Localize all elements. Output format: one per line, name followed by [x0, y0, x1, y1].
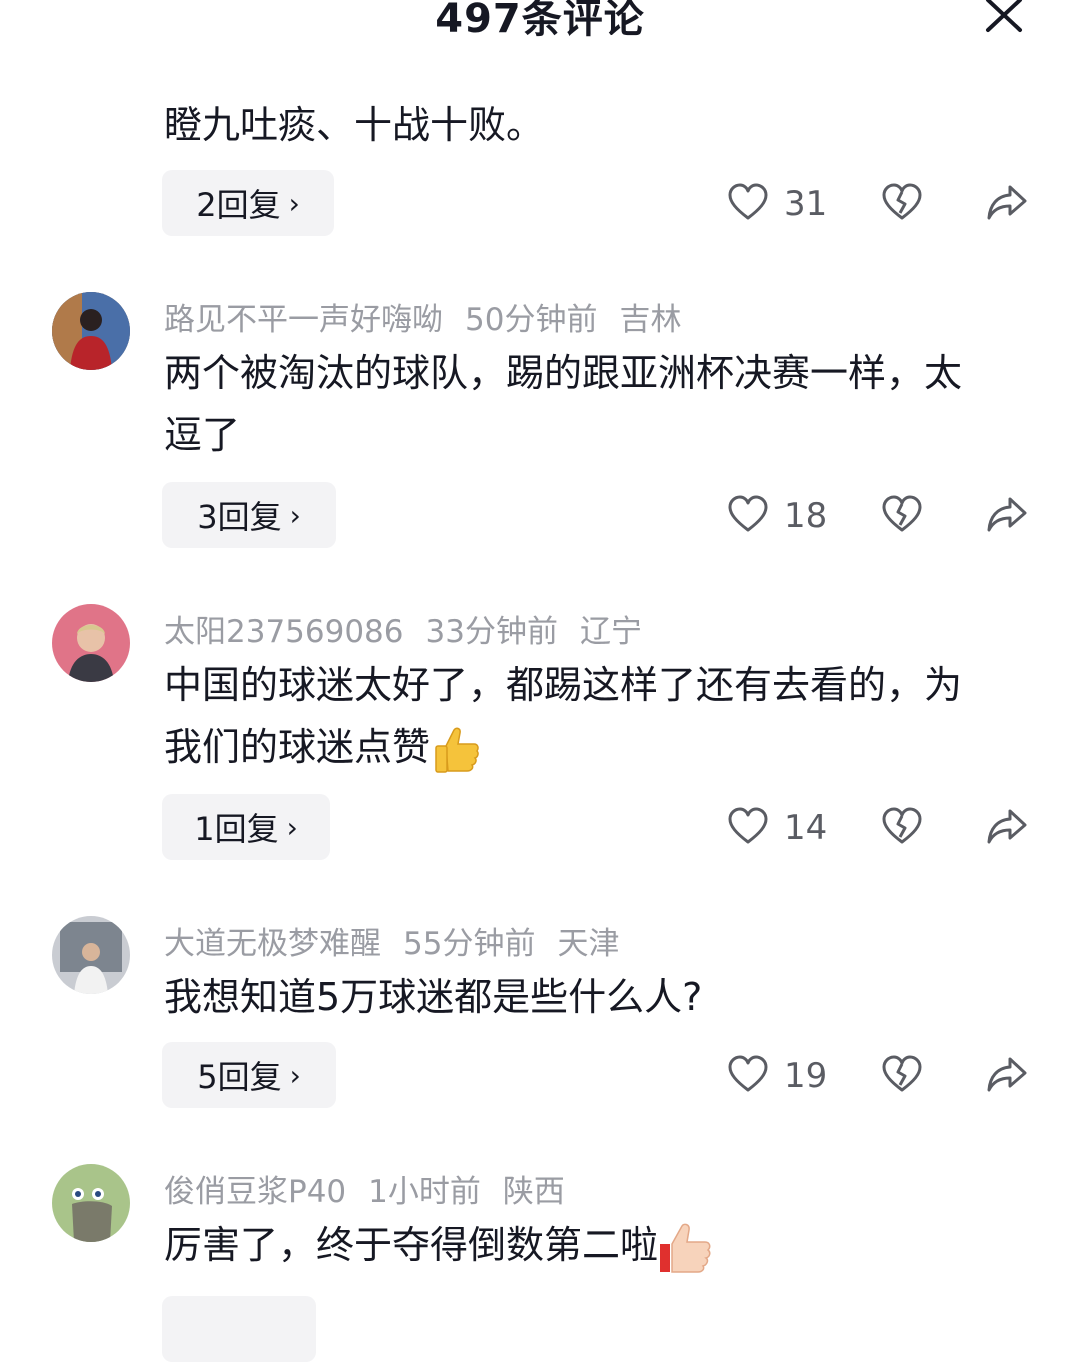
share-icon[interactable]: [986, 495, 1028, 535]
comment-text-content: 中国的球迷太好了，都踢这样了还有去看的，为我们的球迷点赞: [164, 663, 963, 769]
comment-meta: 路见不平一声好嗨呦 50分钟前 吉林: [164, 294, 703, 339]
comment-meta: 俊俏豆浆P40 1小时前 陕西: [164, 1166, 587, 1211]
replies-button[interactable]: 1回复 ›: [162, 794, 330, 860]
location: 陕西: [502, 1174, 565, 1210]
replies-button[interactable]: 2回复 ›: [162, 170, 334, 236]
comment-text: 厉害了，终于夺得倒数第二啦: [164, 1214, 964, 1276]
chevron-right-icon: ›: [286, 810, 298, 844]
close-icon[interactable]: [984, 0, 1024, 34]
location: 吉林: [619, 302, 682, 338]
comment-meta: 大道无极梦难醒 55分钟前 天津: [164, 918, 641, 963]
avatar[interactable]: [52, 604, 130, 682]
avatar[interactable]: [52, 292, 130, 370]
broken-heart-icon[interactable]: [882, 1055, 922, 1095]
username[interactable]: 大道无极梦难醒: [164, 926, 381, 962]
avatar-image: [52, 1164, 130, 1242]
comment-count-title: 497条评论: [435, 0, 645, 42]
thumbs-up-emoji: [660, 1223, 711, 1273]
comment-text: 瞪九吐痰、十战十败。: [164, 103, 545, 147]
replies-label: 1回复: [194, 810, 279, 848]
chevron-right-icon: ›: [289, 498, 301, 532]
timestamp: 50分钟前: [465, 302, 598, 338]
like-count: 14: [784, 808, 828, 848]
username[interactable]: 路见不平一声好嗨呦: [164, 302, 443, 338]
location: 天津: [557, 926, 620, 962]
replies-button[interactable]: [162, 1296, 316, 1362]
comments-header: 497条评论: [0, 0, 1080, 64]
like-count: 18: [784, 496, 828, 536]
avatar[interactable]: [52, 916, 130, 994]
broken-heart-icon[interactable]: [882, 495, 922, 535]
replies-label: 5回复: [197, 1058, 282, 1096]
comment-text-content: 厉害了，终于夺得倒数第二啦: [164, 1223, 659, 1267]
like-count: 31: [784, 184, 828, 224]
timestamp: 33分钟前: [425, 614, 558, 650]
comment-text: 中国的球迷太好了，都踢这样了还有去看的，为我们的球迷点赞: [164, 654, 964, 778]
thumbs-up-emoji: [435, 727, 479, 773]
avatar-image: [52, 916, 130, 994]
comment-text: 两个被淘汰的球队，踢的跟亚洲杯决赛一样，太逗了: [164, 351, 963, 457]
replies-label: 2回复: [196, 186, 281, 224]
broken-heart-icon[interactable]: [882, 183, 922, 223]
avatar-image: [52, 292, 130, 370]
share-icon[interactable]: [986, 1055, 1028, 1095]
avatar-image: [52, 604, 130, 682]
share-icon[interactable]: [986, 807, 1028, 847]
location: 辽宁: [579, 614, 642, 650]
avatar[interactable]: [52, 1164, 130, 1242]
username[interactable]: 俊俏豆浆P40: [164, 1174, 346, 1210]
timestamp: 1小时前: [368, 1174, 481, 1210]
share-icon[interactable]: [986, 183, 1028, 223]
timestamp: 55分钟前: [403, 926, 536, 962]
replies-button[interactable]: 5回复 ›: [162, 1042, 336, 1108]
broken-heart-icon[interactable]: [882, 807, 922, 847]
like-count: 19: [784, 1056, 828, 1096]
username[interactable]: 太阳237569086: [164, 614, 404, 650]
replies-button[interactable]: 3回复 ›: [162, 482, 336, 548]
comment-text: 我想知道5万球迷都是些什么人?: [164, 975, 703, 1019]
replies-label: 3回复: [197, 498, 282, 536]
heart-icon[interactable]: [728, 807, 768, 847]
chevron-right-icon: ›: [288, 186, 300, 220]
heart-icon[interactable]: [728, 183, 768, 223]
chevron-right-icon: ›: [289, 1058, 301, 1092]
comment-meta: 太阳237569086 33分钟前 辽宁: [164, 606, 664, 651]
heart-icon[interactable]: [728, 1055, 768, 1095]
heart-icon[interactable]: [728, 495, 768, 535]
